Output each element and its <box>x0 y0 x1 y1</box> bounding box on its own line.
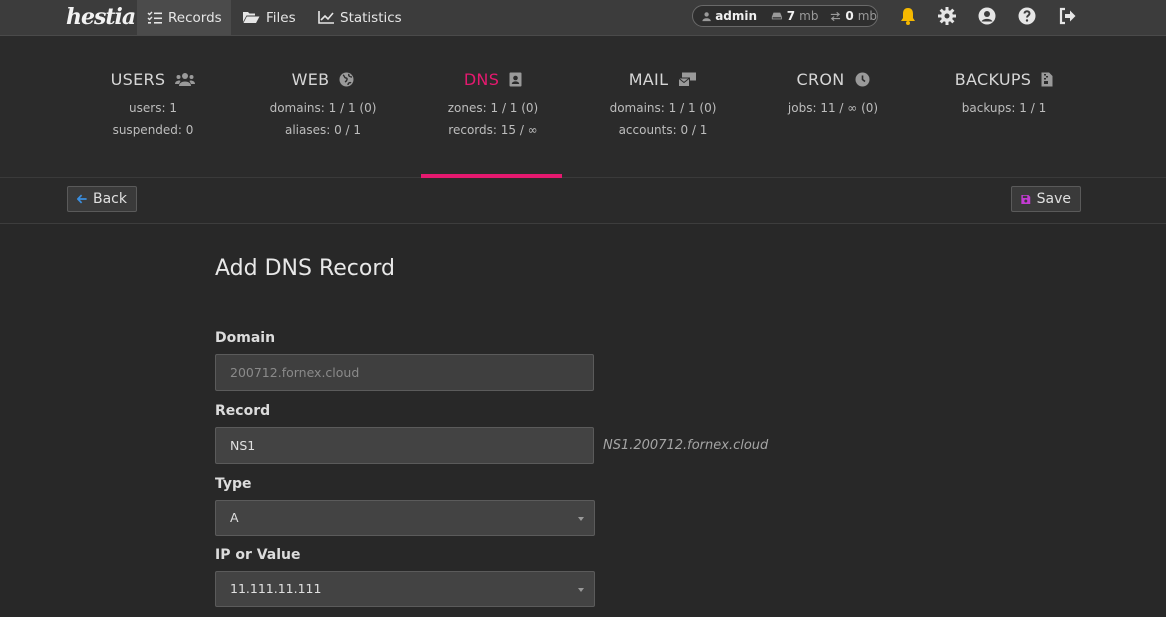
mail-bulk-icon <box>678 72 697 87</box>
record-label: Record <box>215 403 271 419</box>
user-name: admin <box>715 9 758 23</box>
type-label: Type <box>215 476 252 492</box>
type-select[interactable]: A <box>215 500 595 536</box>
stat-web-line2: aliases: 0 / 1 <box>284 123 362 137</box>
stat-dns[interactable]: DNS zones: 1 / 1 (0) records: 15 / ∞ <box>408 36 578 178</box>
nav-statistics-label: Statistics <box>340 9 402 26</box>
stat-dns-line2: records: 15 / ∞ <box>448 123 538 137</box>
stat-backups[interactable]: BACKUPS backups: 1 / 1 <box>919 36 1089 177</box>
nav-files-label: Files <box>266 9 296 26</box>
stat-cron[interactable]: CRON jobs: 11 / ∞ (0) <box>748 36 918 177</box>
stats-panel: USERS users: 1 suspended: 0 WEB domains:… <box>0 36 1166 178</box>
user-icon <box>702 11 711 21</box>
value-label: IP or Value <box>215 547 301 563</box>
back-button-label: Back <box>93 191 127 207</box>
domain-input: 200712.fornex.cloud <box>215 354 594 391</box>
disk-usage-value: 7 <box>786 9 796 23</box>
stat-users[interactable]: USERS users: 1 suspended: 0 <box>68 36 238 177</box>
stat-backups-line1: backups: 1 / 1 <box>961 101 1047 115</box>
stat-dns-title: DNS <box>463 69 500 89</box>
arrow-left-icon <box>77 194 87 204</box>
toolbar: Back Save <box>0 178 1166 224</box>
page-title: Add DNS Record <box>215 256 395 281</box>
stat-cron-title: CRON <box>796 69 845 89</box>
stat-web-title: WEB <box>291 69 330 89</box>
stat-dns-line1: zones: 1 / 1 (0) <box>447 101 539 115</box>
disk-usage-unit: mb <box>799 9 819 23</box>
domain-label: Domain <box>215 330 276 346</box>
save-button[interactable]: Save <box>1011 186 1081 212</box>
save-button-label: Save <box>1036 191 1071 207</box>
chevron-down-icon <box>578 517 584 521</box>
top-navbar: hestia Records Files Statistics admin 7 … <box>0 0 1166 36</box>
stat-users-title: USERS <box>110 69 166 89</box>
nav-records-label: Records <box>168 9 222 26</box>
user-summary-pill[interactable]: admin 7 mb 0 mb <box>692 5 878 27</box>
logout-icon[interactable] <box>1057 6 1077 26</box>
stat-users-line1: users: 1 <box>129 101 177 115</box>
bandwidth-unit: mb <box>857 9 877 23</box>
stat-backups-title: BACKUPS <box>954 69 1032 89</box>
stat-cron-line1: jobs: 11 / ∞ (0) <box>787 101 879 115</box>
list-check-icon <box>147 11 162 24</box>
stat-mail-title: MAIL <box>628 69 669 89</box>
record-input[interactable]: NS1 <box>215 427 594 464</box>
file-archive-icon <box>1041 72 1053 86</box>
help-icon[interactable] <box>1017 6 1037 26</box>
chart-line-icon <box>318 11 334 24</box>
user-circle-icon[interactable] <box>977 6 997 26</box>
save-icon <box>1021 194 1031 204</box>
stat-users-line2: suspended: 0 <box>112 123 194 137</box>
bell-icon[interactable] <box>898 6 918 26</box>
folder-open-icon <box>243 12 260 23</box>
bandwidth-value: 0 <box>845 9 854 23</box>
hdd-icon <box>771 12 782 20</box>
stat-web[interactable]: WEB domains: 1 / 1 (0) aliases: 0 / 1 <box>238 36 408 177</box>
hestia-logo[interactable]: hestia <box>66 2 136 32</box>
record-fqdn-hint: NS1.200712.fornex.cloud <box>603 438 769 453</box>
value-input-text: 11.111.11.111 <box>230 581 322 596</box>
gear-icon[interactable] <box>937 6 957 26</box>
globe-icon <box>339 72 354 86</box>
type-select-value: A <box>230 510 239 525</box>
value-input[interactable]: 11.111.11.111 <box>215 571 595 607</box>
nav-statistics[interactable]: Statistics <box>318 0 402 35</box>
chevron-down-icon <box>578 588 584 592</box>
stat-mail-line2: accounts: 0 / 1 <box>618 123 708 137</box>
address-book-icon <box>509 72 522 86</box>
stat-mail-line1: domains: 1 / 1 (0) <box>609 101 717 115</box>
nav-files[interactable]: Files <box>242 0 296 35</box>
exchange-icon <box>831 11 841 21</box>
clock-icon <box>855 72 870 86</box>
stat-mail[interactable]: MAIL domains: 1 / 1 (0) accounts: 0 / 1 <box>578 36 748 177</box>
users-icon <box>175 73 196 86</box>
nav-records[interactable]: Records <box>137 0 231 35</box>
back-button[interactable]: Back <box>67 186 137 212</box>
stat-web-line1: domains: 1 / 1 (0) <box>269 101 377 115</box>
